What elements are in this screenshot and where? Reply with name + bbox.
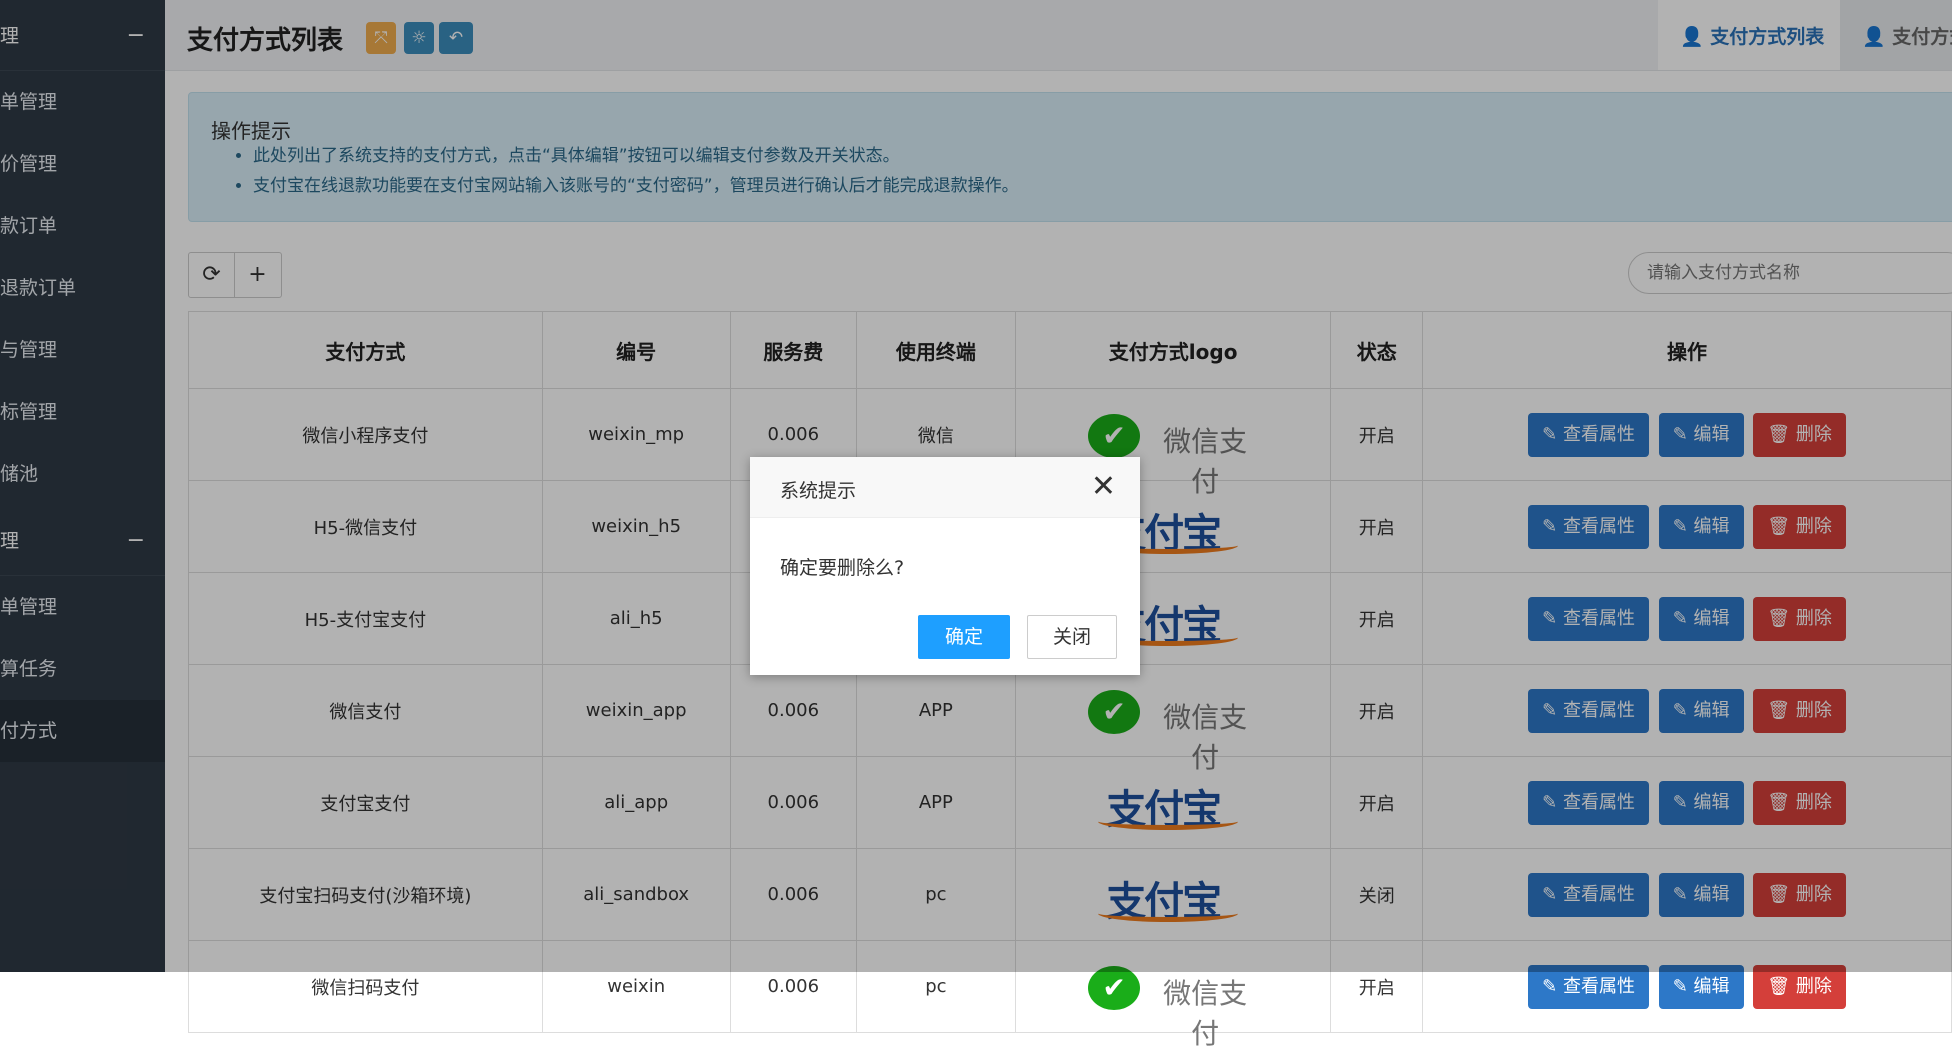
dialog-message: 确定要删除么? <box>780 557 905 579</box>
button-label: 查看属性 <box>1562 975 1635 997</box>
dialog-title: 系统提示 <box>780 480 857 502</box>
button-label: 删除 <box>1795 975 1832 997</box>
dialog-header: 系统提示 ✕ <box>750 457 1140 518</box>
edit-icon: ✎ <box>1672 975 1694 997</box>
wechat-icon: ✔ <box>1088 965 1141 1010</box>
edit-icon: ✎ <box>1542 975 1563 997</box>
close-icon[interactable]: ✕ <box>1091 469 1116 504</box>
confirm-button[interactable]: 确定 <box>918 615 1010 659</box>
logo-text: 微信支付 <box>1163 976 1248 1050</box>
close-button[interactable]: 关闭 <box>1027 615 1117 659</box>
trash-icon: 🗑 <box>1767 975 1796 997</box>
confirm-dialog: 系统提示 ✕ 确定要删除么? 确定 关闭 <box>750 457 1140 675</box>
button-label: 编辑 <box>1693 975 1730 997</box>
